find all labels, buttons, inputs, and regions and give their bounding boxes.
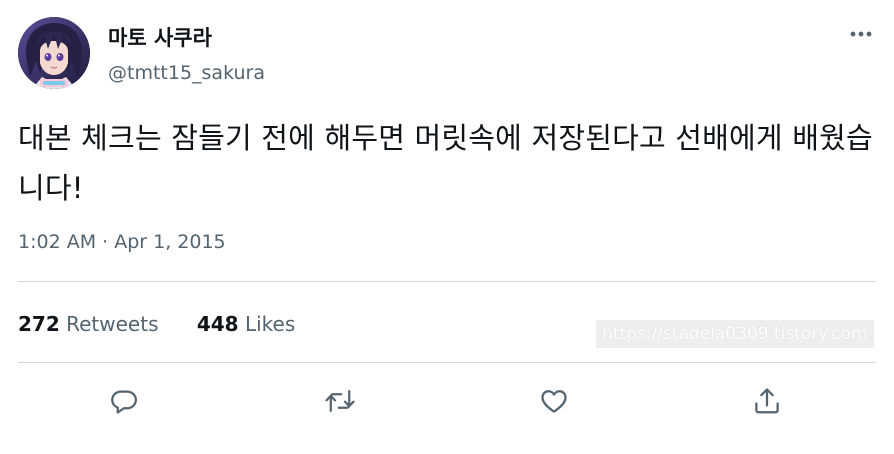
divider bbox=[18, 362, 876, 363]
share-button[interactable] bbox=[748, 382, 786, 420]
watermark: https://stadela0309.tistory.com bbox=[596, 320, 874, 348]
user-handle[interactable]: @tmtt15_sakura bbox=[108, 60, 265, 86]
likes-stat[interactable]: 448 Likes bbox=[197, 310, 295, 338]
tweet-text: 대본 체크는 잠들기 전에 해두면 머릿속에 저장된다고 선배에게 배웠습니다! bbox=[18, 121, 873, 205]
like-button[interactable] bbox=[535, 382, 573, 420]
retweet-icon bbox=[325, 390, 355, 412]
heart-icon bbox=[541, 390, 567, 413]
retweets-count: 272 bbox=[18, 312, 60, 336]
tweet-stats: 272 Retweets 448 Likes bbox=[18, 310, 327, 338]
avatar-image bbox=[18, 17, 90, 89]
avatar[interactable] bbox=[18, 17, 90, 89]
retweets-stat[interactable]: 272 Retweets bbox=[18, 310, 158, 338]
reply-icon bbox=[111, 390, 137, 414]
more-horizontal-icon bbox=[850, 31, 872, 37]
retweet-button[interactable] bbox=[321, 382, 359, 420]
display-name[interactable]: 마토 사쿠라 bbox=[108, 24, 212, 52]
likes-label: Likes bbox=[244, 312, 296, 336]
more-options-button[interactable] bbox=[845, 22, 877, 46]
share-icon bbox=[755, 388, 779, 414]
tweet-timestamp[interactable]: 1:02 AM · Apr 1, 2015 bbox=[18, 229, 226, 255]
likes-count: 448 bbox=[196, 312, 239, 336]
divider bbox=[18, 281, 876, 282]
retweets-label: Retweets bbox=[66, 312, 159, 336]
tweet-card: 마토 사쿠라 @tmtt15_sakura 대본 체크는 잠들기 전에 해두면 … bbox=[0, 0, 894, 454]
reply-button[interactable] bbox=[105, 382, 143, 420]
